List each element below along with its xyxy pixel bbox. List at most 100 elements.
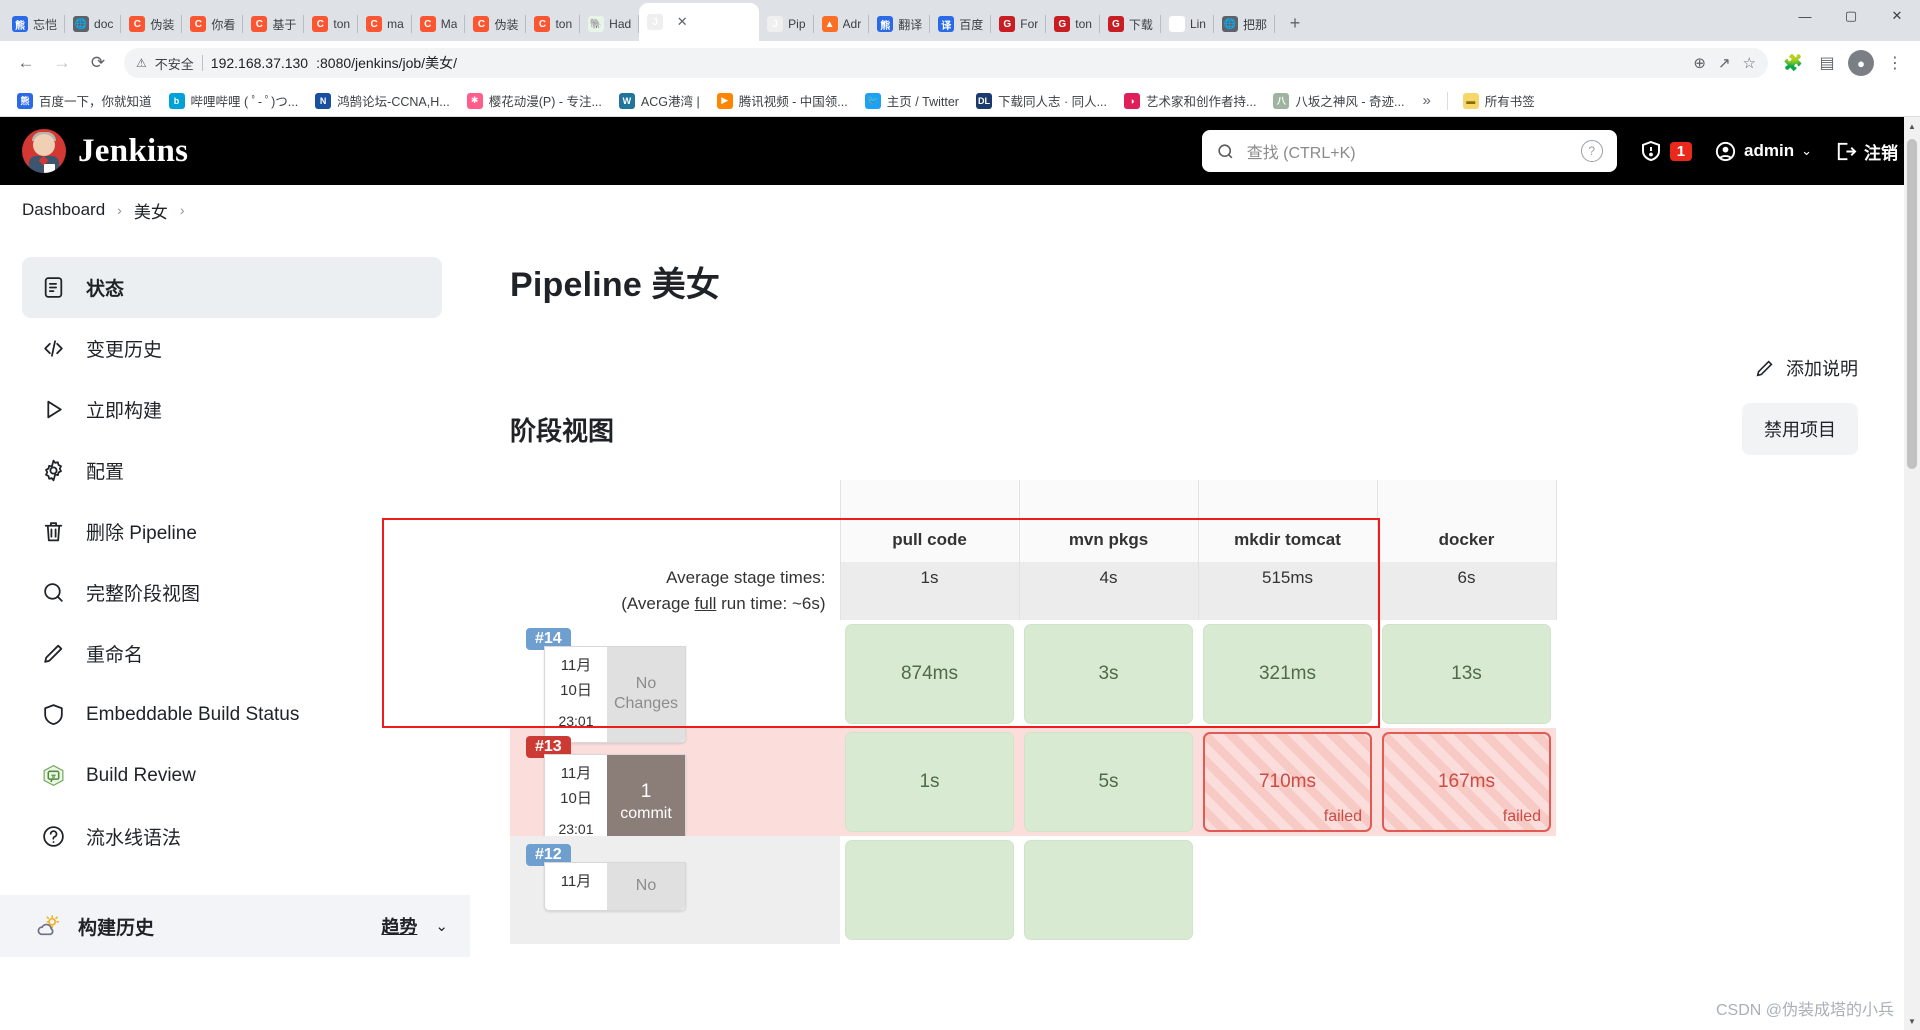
stage-cell-0[interactable] (840, 836, 1019, 944)
sidebar-item-6[interactable]: 重命名 (22, 623, 442, 684)
browser-tab[interactable]: C 伪装 (465, 7, 527, 41)
sidebar-item-0[interactable]: 状态 (22, 257, 442, 318)
stage-cell-3[interactable]: 167ms failed (1377, 728, 1556, 836)
browser-tab[interactable]: J ✕ (639, 3, 760, 41)
browser-tab[interactable]: C Ma (412, 7, 466, 41)
notifications-button[interactable]: 1 (1639, 139, 1693, 163)
stage-cell-2[interactable]: 710ms failed (1198, 728, 1377, 836)
build-changes[interactable]: No (607, 863, 685, 910)
browser-tab[interactable]: Cton (304, 7, 358, 41)
bookmark-item[interactable]: ▶ 腾讯视频 - 中国领... (710, 88, 855, 113)
sidebar-item-3[interactable]: 配置 (22, 440, 442, 501)
browser-tab[interactable]: Gton (1046, 7, 1100, 41)
stage-result-box[interactable]: 874ms (845, 624, 1014, 724)
build-trend-link[interactable]: 趋势 (381, 913, 417, 939)
browser-tab[interactable]: G For (991, 7, 1047, 41)
stage-result-box[interactable]: 321ms (1203, 624, 1372, 724)
browser-tab[interactable]: C 基于 (243, 7, 305, 41)
sidebar-item-9[interactable]: 流水线语法 (22, 806, 442, 867)
sidebar-item-8[interactable]: Build Review (22, 745, 442, 806)
breadcrumb-job[interactable]: 美女 (134, 198, 168, 223)
chrome-menu-icon[interactable]: ⋮ (1880, 48, 1910, 78)
bookmark-item[interactable]: 熊百度一下，你就知道 (10, 88, 159, 113)
stage-cell-1[interactable]: 5s (1019, 728, 1198, 836)
stage-cell-3[interactable]: 13s (1377, 620, 1556, 728)
close-window-button[interactable]: ✕ (1874, 0, 1920, 32)
bookmark-item[interactable]: N 鸿鹄论坛-CCNA,H... (308, 88, 457, 113)
back-button[interactable]: ← (10, 47, 42, 79)
stage-cell-0[interactable]: 1s (840, 728, 1019, 836)
build-history-panel[interactable]: 构建历史 趋势 ⌄ (0, 895, 470, 957)
bookmark-item[interactable]: DL 下载同人志 · 同人... (969, 88, 1114, 113)
browser-tab[interactable]: Cma (358, 7, 412, 41)
build-meta-cell[interactable]: #13 11月 10日 23:01 1 commit (510, 728, 840, 851)
bookmark-star-icon[interactable]: ☆ (1743, 54, 1756, 72)
build-meta-cell[interactable]: #12 11月 No (510, 836, 840, 944)
sidebar-item-7[interactable]: Embeddable Build Status (22, 684, 442, 745)
reload-button[interactable]: ⟳ (82, 47, 114, 79)
bookmark-item[interactable]: ◑ 艺术家和创作者持... (1117, 88, 1263, 113)
sidebar-item-1[interactable]: 变更历史 (22, 318, 442, 379)
bookmark-item[interactable]: W ACG港湾 | (612, 88, 707, 113)
stage-result-box[interactable] (1024, 840, 1193, 940)
chevron-down-icon[interactable]: ⌄ (435, 917, 448, 935)
table-row[interactable]: #13 11月 10日 23:01 1 commit 1s 5s 710ms failed 167m… (510, 728, 1556, 851)
bookmarks-overflow-button[interactable]: » (1414, 89, 1438, 112)
stage-result-box[interactable]: 5s (1024, 732, 1193, 832)
add-description-button[interactable]: 添加说明 (1754, 355, 1858, 381)
disable-project-button[interactable]: 禁用项目 (1742, 403, 1858, 455)
sidebar-item-4[interactable]: 删除 Pipeline (22, 501, 442, 562)
stage-result-box[interactable]: 3s (1024, 624, 1193, 724)
browser-tab[interactable]: 译百度 (930, 7, 992, 41)
table-row[interactable]: #14 11月 10日 23:01 No Changes 874ms 3s 321ms 13s (510, 620, 1556, 743)
browser-tab[interactable]: G 下载 (1100, 7, 1161, 41)
address-bar[interactable]: ⚠ 不安全 192.168.37.130:8080/jenkins/job/美女… (124, 48, 1768, 78)
search-box[interactable]: 查找 (CTRL+K) ? (1201, 130, 1617, 172)
zoom-icon[interactable]: ⊕ (1693, 54, 1706, 72)
browser-tab[interactable]: 熊翻译 (869, 7, 931, 41)
browser-tab[interactable]: ∞ Lin (1161, 7, 1214, 41)
bookmark-item[interactable]: 八八坂之神风 - 奇迹... (1266, 88, 1411, 113)
extensions-icon[interactable]: 🧩 (1778, 48, 1808, 78)
scroll-down-arrow[interactable]: ▼ (1904, 1012, 1920, 1030)
browser-tab[interactable]: 🐘 Had (580, 7, 640, 41)
stage-result-box[interactable]: 167ms failed (1382, 732, 1551, 832)
bookmark-item[interactable]: ✱ 樱花动漫(P) - 专注... (460, 88, 609, 113)
table-row[interactable]: #12 11月 No (510, 836, 1556, 944)
minimize-button[interactable]: — (1782, 0, 1828, 32)
browser-tab[interactable]: 熊忘恺 (4, 7, 66, 41)
page-scrollbar[interactable]: ▲ ▼ (1904, 117, 1920, 1030)
bookmark-item[interactable]: b 哔哩哔哩 ( ﾟ- ﾟ)つ... (162, 88, 306, 113)
stage-cell-1[interactable] (1019, 836, 1198, 944)
browser-tab[interactable]: ▲ Adr (814, 7, 870, 41)
stage-result-box[interactable]: 1s (845, 732, 1014, 832)
browser-tab[interactable]: C 伪装 (121, 7, 183, 41)
scroll-up-arrow[interactable]: ▲ (1904, 117, 1920, 135)
new-tab-button[interactable]: + (1281, 9, 1309, 37)
all-bookmarks-button[interactable]: ▬ 所有书签 (1456, 88, 1542, 113)
logout-button[interactable]: 注销 (1834, 139, 1898, 164)
user-menu-button[interactable]: admin ⌄ (1714, 140, 1812, 163)
scrollbar-thumb[interactable] (1907, 139, 1917, 469)
browser-tab[interactable]: 🌐 把那 (1214, 7, 1275, 41)
stage-result-box[interactable]: 13s (1382, 624, 1551, 724)
stage-result-box[interactable] (845, 840, 1014, 940)
stage-result-box[interactable]: 710ms failed (1203, 732, 1372, 832)
forward-button[interactable]: → (46, 47, 78, 79)
sidebar-item-2[interactable]: 立即构建 (22, 379, 442, 440)
browser-tab[interactable]: 🌐 doc (65, 7, 122, 41)
stage-cell-2[interactable]: 321ms (1198, 620, 1377, 728)
stage-cell-0[interactable]: 874ms (840, 620, 1019, 728)
bookmark-item[interactable]: 🐦 主页 / Twitter (858, 88, 966, 113)
search-help-icon[interactable]: ? (1580, 140, 1603, 162)
share-icon[interactable]: ↗ (1718, 54, 1731, 72)
browser-tab[interactable]: Cton (526, 7, 580, 41)
breadcrumb-dashboard[interactable]: Dashboard (22, 200, 105, 220)
jenkins-logo-link[interactable]: Jenkins (22, 129, 188, 173)
build-meta-cell[interactable]: #14 11月 10日 23:01 No Changes (510, 620, 840, 743)
sidepanel-icon[interactable]: ▤ (1812, 48, 1842, 78)
browser-tab[interactable]: C 你看 (182, 7, 244, 41)
browser-tab[interactable]: J Pip (759, 7, 814, 41)
maximize-button[interactable]: ▢ (1828, 0, 1874, 32)
sidebar-item-5[interactable]: 完整阶段视图 (22, 562, 442, 623)
